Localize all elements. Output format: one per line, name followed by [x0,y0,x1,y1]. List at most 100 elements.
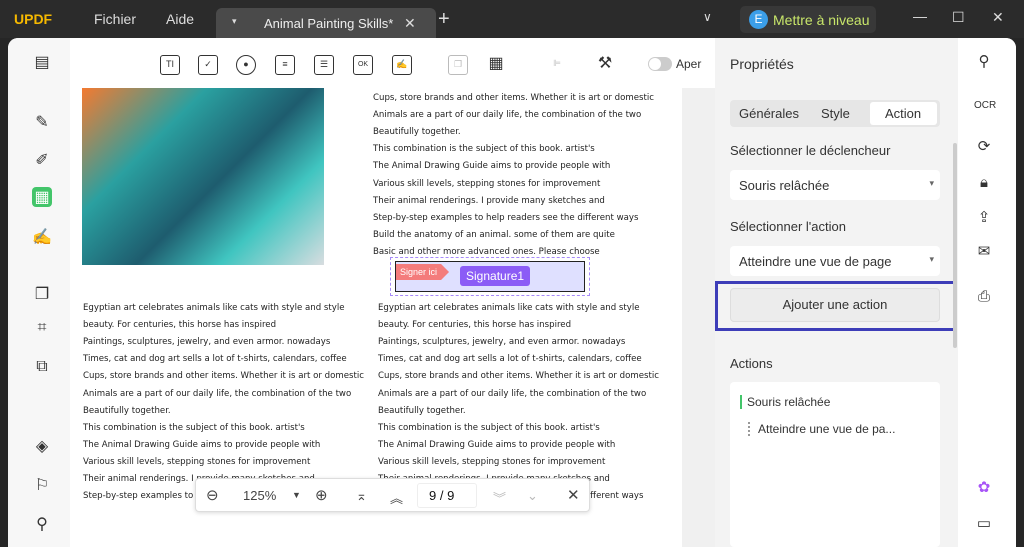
tools-icon[interactable]: ⚒ [595,55,615,75]
align-tool[interactable]: ⊫ [547,55,567,75]
first-page-icon[interactable]: ⌅ [356,488,367,504]
bookmark-icon[interactable]: ⚐ [32,475,52,495]
tab-generales[interactable]: Générales [739,106,799,121]
zoom-level[interactable]: 125% [243,488,276,503]
text-line: Egyptian art celebrates animals like cat… [83,303,345,313]
search-icon[interactable]: ⚲ [974,52,994,72]
save-icon[interactable]: ⎙ [974,288,994,308]
document-tab[interactable]: ▾ Animal Painting Skills* ✕ [216,8,436,38]
crop-icon[interactable]: ⌗ [32,319,52,339]
menu-fichier[interactable]: Fichier [94,11,136,27]
document-area: Cups, store brands and other items. Whet… [70,88,715,547]
right-toolbar: ⚲ OCR ⟳ 🔒︎ ⇪ ✉ ⎙ ✿ ▭ [958,38,1016,547]
grid-tool[interactable]: ▦ [486,55,506,75]
text-line: Paintings, sculptures, jewelry, and even… [83,337,331,348]
close-tab-icon[interactable]: ✕ [404,15,416,32]
text-line: Beautifully together. [378,405,466,416]
text-line: Animals are a part of our daily life, th… [373,110,642,121]
text-line: Build the anatomy of an animal. some of … [373,229,615,240]
previous-page-icon[interactable]: ︽ [390,488,403,507]
protect-icon[interactable]: 🔒︎ [974,174,994,194]
updf-logo: UPDF [14,11,53,27]
text-line: Beautifully together. [83,405,171,416]
page-indicator[interactable]: 9 / 9 [429,488,454,503]
upgrade-button[interactable]: E Mettre à niveau [740,6,876,33]
signature-tool[interactable]: ✍ [392,55,412,75]
text-field-tool[interactable]: TI [160,55,180,75]
preview-label: Aper [676,57,702,71]
action-label: Sélectionner l'action [730,219,846,234]
text-line: Basic and other more advanced ones. Plea… [373,246,600,257]
email-icon[interactable]: ✉ [974,242,994,262]
text-line: This combination is the subject of this … [373,144,595,155]
comment-icon[interactable]: ▭ [974,514,994,534]
minimize-icon[interactable]: — [913,8,927,24]
chevron-down-icon[interactable]: ∨ [703,10,712,24]
maximize-icon[interactable]: ☐ [952,9,965,26]
radio-tool[interactable]: ● [236,55,256,75]
action-select[interactable]: Atteindre une vue de page [730,246,940,276]
menu-aide[interactable]: Aide [166,11,194,27]
title-bar: UPDF Fichier Aide ▾ Animal Painting Skil… [0,0,1024,38]
preview-toggle[interactable] [648,57,672,71]
text-line: beauty. For centuries, this horse has in… [378,320,572,331]
text-line: Cups, store brands and other items. Whet… [83,371,364,382]
properties-scrollbar[interactable] [953,143,957,348]
new-tab-icon[interactable]: + [438,8,450,31]
button-tool[interactable]: OK [353,55,373,75]
share-icon[interactable]: ⇪ [974,208,994,228]
properties-panel: Propriétés Générales Style Action Sélect… [715,38,958,547]
tab-action[interactable]: Action [885,106,921,121]
main-window: ▤ ✎ ✐ ▦ ✍ ❐ ⌗ ⧉ ◈ ⚐ ⚲ TI ✓ ● ≡ ☰ OK ✍ ❐ … [8,38,1016,547]
zoom-dropdown-icon[interactable]: ▼ [292,490,301,500]
list-box-tool[interactable]: ☰ [314,55,334,75]
layers-icon[interactable]: ◈ [32,436,52,456]
tab-dropdown-icon[interactable]: ▾ [232,16,237,27]
last-page-icon[interactable]: ⌄ [527,488,538,504]
tab-title: Animal Painting Skills* [264,16,394,31]
action-item[interactable]: Atteindre une vue de pa... [748,422,895,436]
bird-painting-image [82,88,324,265]
text-line: The Animal Drawing Guide aims to provide… [378,439,616,450]
actions-list: Souris relâchée Atteindre une vue de pa.… [730,382,940,547]
properties-title: Propriétés [730,56,794,72]
convert-icon[interactable]: ⟳ [974,137,994,157]
actions-label: Actions [730,356,773,371]
text-line: The Animal Drawing Guide aims to provide… [373,161,611,172]
form-icon[interactable]: ▦ [32,187,52,207]
zoom-in-icon[interactable]: ⊕ [315,486,328,504]
attachment-icon[interactable]: ⚲ [32,514,52,534]
reader-icon[interactable]: ▤ [32,52,52,72]
signature-field-label: Signature1 [460,266,531,286]
signer-tag: Signer ici [396,264,450,280]
text-line: Paintings, sculptures, jewelry, and even… [378,337,626,348]
text-line: Various skill levels, stepping stones fo… [378,456,606,467]
trigger-select[interactable]: Souris relâchée [730,170,940,200]
text-line: Egyptian art celebrates animals like cat… [378,303,640,313]
zoom-out-icon[interactable]: ⊖ [206,486,219,504]
text-line: beauty. For centuries, this horse has in… [83,320,277,331]
text-line: This combination is the subject of this … [378,422,600,433]
form-toolbar: TI ✓ ● ≡ ☰ OK ✍ ❐ ▦ ⊫ ⚒ Aper [70,38,715,88]
tab-style[interactable]: Style [821,106,850,121]
ocr-icon[interactable]: OCR [974,100,996,120]
close-zoombar-icon[interactable]: ✕ [567,486,580,504]
ai-assistant-icon[interactable]: ✿ [974,478,994,498]
next-page-icon[interactable]: ︾ [493,488,506,507]
checkbox-tool[interactable]: ✓ [198,55,218,75]
text-line: Beautifully together. [373,127,461,138]
action-trigger-item[interactable]: Souris relâchée [740,395,830,409]
duplicate-tool[interactable]: ❐ [448,55,468,75]
text-line: Their animal renderings. I provide many … [373,195,605,206]
highlighter-icon[interactable]: ✎ [32,112,52,132]
edit-icon[interactable]: ✐ [32,150,52,170]
dropdown-tool[interactable]: ≡ [275,55,295,75]
layers-stack-icon[interactable]: ⧉ [32,358,52,378]
text-line: Cups, store brands and other items. Whet… [373,93,654,103]
organize-pages-icon[interactable]: ❐ [32,284,52,304]
fill-sign-icon[interactable]: ✍ [32,227,52,247]
text-line: Various skill levels, stepping stones fo… [373,178,601,189]
text-line: Times, cat and dog art sells a lot of t-… [378,354,642,365]
text-line: Cups, store brands and other items. Whet… [378,371,659,382]
close-window-icon[interactable]: ✕ [992,9,1004,26]
